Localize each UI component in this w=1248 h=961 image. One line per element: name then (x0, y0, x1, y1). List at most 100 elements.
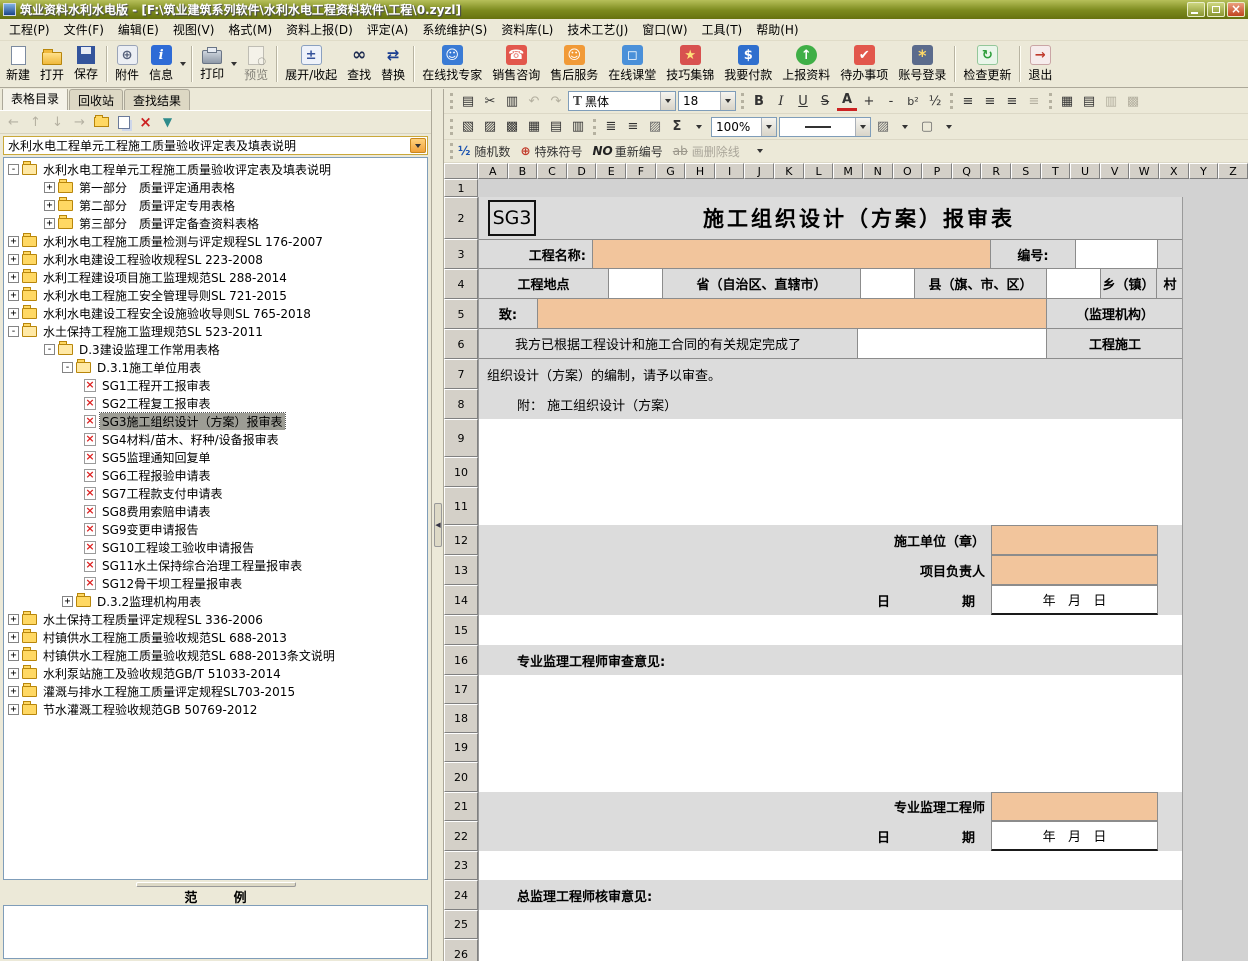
payment-button[interactable]: 我要付款 (719, 42, 777, 86)
column-header[interactable]: E (596, 163, 626, 179)
fill-color-dropdown[interactable] (895, 117, 915, 136)
column-width-icon[interactable] (568, 117, 588, 136)
upload-data-button[interactable]: 上报资料 (777, 42, 835, 86)
empty-form-area[interactable] (478, 419, 1183, 457)
empty-form-area[interactable] (478, 487, 1183, 525)
expand-icon[interactable] (44, 218, 55, 229)
tab-search-results[interactable]: 查找结果 (124, 89, 190, 110)
province-field[interactable] (609, 269, 663, 299)
empty-form-area[interactable] (478, 615, 1183, 645)
expand-icon[interactable] (8, 308, 19, 319)
column-header[interactable]: B (508, 163, 538, 179)
combo-dropdown-button[interactable] (660, 92, 675, 110)
copy-icon[interactable] (502, 92, 522, 111)
tree-item[interactable]: SG6工程报验申请表 (4, 466, 427, 484)
menu-assess[interactable]: 评定(A) (360, 18, 416, 41)
tab-recycle-bin[interactable]: 回收站 (69, 89, 123, 110)
combo-dropdown-button[interactable] (855, 118, 870, 136)
tree-item[interactable]: SG5监理通知回复单 (4, 448, 427, 466)
border-color-icon[interactable] (917, 117, 937, 136)
tree-item[interactable]: 灌溉与排水工程施工质量评定规程SL703-2015 (4, 682, 427, 700)
minimize-button[interactable] (1187, 2, 1205, 17)
check-update-button[interactable]: 检查更新 (958, 42, 1016, 86)
unit-seal-field[interactable] (991, 525, 1158, 555)
column-header[interactable]: M (833, 163, 863, 179)
insert-column-icon[interactable] (502, 117, 522, 136)
tree-item[interactable]: 水利水电工程单元工程施工质量验收评定表及填表说明 (4, 160, 427, 178)
row-header[interactable]: 12 (444, 525, 478, 555)
row-header[interactable]: 10 (444, 457, 478, 487)
tree-item[interactable]: 第三部分 质量评定备查资料表格 (4, 214, 427, 232)
new-button[interactable]: 新建 (1, 42, 35, 86)
column-header[interactable]: P (922, 163, 952, 179)
menu-format[interactable]: 格式(M) (221, 18, 279, 41)
row-header[interactable]: 5 (444, 299, 478, 329)
manager-field[interactable] (991, 555, 1158, 585)
to-field[interactable] (538, 299, 1047, 329)
tree-item[interactable]: D.3建设监理工作常用表格 (4, 340, 427, 358)
close-button[interactable] (1227, 2, 1245, 17)
todo-button[interactable]: 待办事项 (835, 42, 893, 86)
save-button[interactable]: 保存 (69, 42, 103, 86)
expand-icon[interactable] (8, 254, 19, 265)
row-header[interactable]: 24 (444, 880, 478, 910)
row-header[interactable]: 13 (444, 555, 478, 585)
column-header[interactable]: R (981, 163, 1011, 179)
online-class-button[interactable]: 在线课堂 (603, 42, 661, 86)
delete-row-icon[interactable] (480, 117, 500, 136)
row-header[interactable]: 3 (444, 239, 478, 269)
row-header[interactable]: 6 (444, 329, 478, 359)
tree-item[interactable]: 水利泵站施工及验收规范GB/T 51033-2014 (4, 664, 427, 682)
fill-pattern-icon[interactable] (645, 117, 665, 136)
tips-button[interactable]: 技巧集锦 (661, 42, 719, 86)
split-cells-icon[interactable] (1079, 92, 1099, 111)
expand-icon[interactable] (62, 596, 73, 607)
row-header[interactable]: 17 (444, 675, 478, 704)
expand-icon[interactable] (8, 668, 19, 679)
align-center-icon[interactable] (980, 92, 1000, 111)
empty-form-area[interactable] (478, 910, 1183, 939)
strikethrough-icon[interactable] (815, 92, 835, 111)
county-field[interactable] (861, 269, 915, 299)
row-header[interactable]: 11 (444, 487, 478, 525)
expand-icon[interactable] (8, 614, 19, 625)
numbered-list-icon[interactable] (601, 117, 621, 136)
after-sales-button[interactable]: 售后服务 (545, 42, 603, 86)
tree-item[interactable]: 村镇供水工程施工质量验收规范SL 688-2013条文说明 (4, 646, 427, 664)
info-dropdown[interactable] (178, 42, 188, 86)
column-header[interactable]: I (715, 163, 745, 179)
row-header[interactable]: 9 (444, 419, 478, 457)
font-size-combo[interactable]: 18 (678, 91, 736, 111)
column-header[interactable]: K (774, 163, 804, 179)
delete-column-icon[interactable] (524, 117, 544, 136)
new-folder-icon[interactable] (94, 117, 109, 127)
menu-file[interactable]: 文件(F) (57, 18, 111, 41)
undo-icon[interactable] (524, 92, 544, 111)
tree-item[interactable]: 水利工程建设项目施工监理规范SL 288-2014 (4, 268, 427, 286)
select-all-corner[interactable] (444, 163, 478, 179)
column-header[interactable]: A (478, 163, 508, 179)
tree-item[interactable]: 第一部分 质量评定通用表格 (4, 178, 427, 196)
menu-view[interactable]: 视图(V) (166, 18, 222, 41)
back-arrow-icon[interactable] (5, 114, 22, 131)
column-header[interactable]: H (685, 163, 715, 179)
tree-item[interactable]: 水土保持工程质量评定规程SL 336-2006 (4, 610, 427, 628)
random-number-button[interactable]: 随机数 (474, 143, 510, 160)
menu-library[interactable]: 资料库(L) (494, 18, 560, 41)
align-right-icon[interactable] (1002, 92, 1022, 111)
row-header[interactable]: 22 (444, 821, 478, 851)
row-header[interactable]: 4 (444, 269, 478, 299)
row-header[interactable]: 25 (444, 910, 478, 939)
empty-form-area[interactable] (478, 851, 1183, 880)
print-button[interactable]: 打印 (195, 42, 229, 86)
row-header[interactable]: 7 (444, 359, 478, 389)
date-field[interactable]: 年 月 日 (991, 821, 1158, 851)
row-height-icon[interactable] (546, 117, 566, 136)
italic-icon[interactable] (771, 92, 791, 111)
borders-icon[interactable] (1101, 92, 1121, 111)
expand-icon[interactable] (8, 272, 19, 283)
row-header[interactable]: 15 (444, 615, 478, 645)
login-button[interactable]: 账号登录 (893, 42, 951, 86)
align-justify-icon[interactable] (1024, 92, 1044, 111)
expand-icon[interactable] (8, 704, 19, 715)
